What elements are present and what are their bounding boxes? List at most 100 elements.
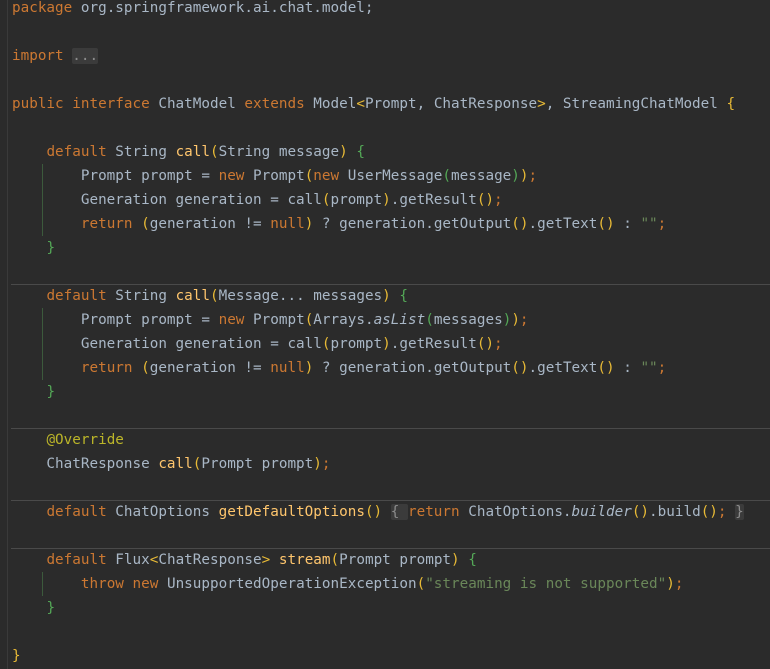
code-line[interactable]: return (generation != null) ? generation… [0, 356, 770, 380]
bracket: ) [511, 312, 520, 328]
code-line[interactable]: Prompt prompt = new Prompt(new UserMessa… [0, 164, 770, 188]
code-line[interactable]: return (generation != null) ? generation… [0, 212, 770, 236]
code-line[interactable]: } [0, 380, 770, 404]
bracket: ( [210, 288, 219, 304]
code-editor[interactable]: package org.springframework.ai.chat.mode… [0, 0, 770, 668]
code-token: : [614, 360, 641, 376]
keyword: new [218, 168, 245, 184]
code-token: Generation generation = call [12, 336, 322, 352]
bracket: ) [382, 336, 391, 352]
bracket: ) [511, 168, 520, 184]
code-line[interactable]: default ChatOptions getDefaultOptions() … [0, 500, 770, 524]
folded-region[interactable]: } [735, 504, 744, 520]
code-token: .getText [528, 360, 598, 376]
code-line[interactable]: Generation generation = call(prompt).get… [0, 332, 770, 356]
code-token: messages [433, 312, 503, 328]
keyword: default [46, 144, 107, 160]
keyword: return [80, 360, 133, 376]
code-line[interactable]: import ... [0, 44, 770, 68]
code-line[interactable] [0, 476, 770, 500]
code-token: Arrays. [313, 312, 374, 328]
code-line[interactable] [0, 404, 770, 428]
method-name: call [158, 456, 193, 472]
bracket: < [356, 96, 365, 112]
code-token: ? generation.getOutput [313, 216, 512, 232]
bracket: } [12, 648, 21, 664]
code-token: Prompt prompt [201, 456, 314, 472]
bracket: ( [416, 576, 426, 592]
code-line[interactable] [0, 260, 770, 284]
code-line[interactable]: default String call(String message) { [0, 140, 770, 164]
code-token: ChatResponse [12, 456, 159, 472]
keyword: ; [674, 576, 684, 592]
bracket: { [399, 288, 408, 304]
keyword: package [12, 0, 73, 16]
code-token: Prompt prompt = [12, 312, 219, 328]
bracket: ( [304, 312, 314, 328]
code-token: String [106, 288, 176, 304]
code-token: org.springframework.ai.chat.model; [72, 0, 374, 16]
code-token: prompt [330, 336, 383, 352]
code-token: Prompt prompt = [12, 168, 219, 184]
code-token: .build [649, 504, 701, 520]
code-line[interactable]: } [0, 644, 770, 668]
code-line[interactable] [0, 68, 770, 92]
bracket: ) [313, 456, 322, 472]
string-literal: "streaming is not supported" [425, 576, 667, 592]
code-token: generation != [149, 360, 271, 376]
bracket: ) [666, 576, 675, 592]
code-line[interactable]: @Override [0, 428, 770, 452]
code-line[interactable] [0, 524, 770, 548]
code-line[interactable]: public interface ChatModel extends Model… [0, 92, 770, 116]
method-name: call [175, 144, 211, 160]
bracket: () [597, 216, 615, 232]
bracket: () [476, 336, 495, 352]
code-token: .getText [528, 216, 598, 232]
bracket: ( [210, 144, 219, 160]
keyword: throw [80, 576, 124, 592]
code-token: message [451, 168, 512, 184]
keyword: ; [519, 312, 529, 328]
code-line[interactable] [0, 620, 770, 644]
code-token: UserMessage [339, 168, 443, 184]
code-line[interactable]: Prompt prompt = new Prompt(Arrays.asList… [0, 308, 770, 332]
code-line[interactable]: package org.springframework.ai.chat.mode… [0, 0, 770, 20]
bracket: ( [141, 360, 150, 376]
code-line[interactable]: default Flux<ChatResponse> stream(Prompt… [0, 548, 770, 572]
code-line[interactable]: } [0, 236, 770, 260]
keyword: new [132, 576, 159, 592]
folded-region[interactable]: { [390, 504, 408, 520]
code-line[interactable]: throw new UnsupportedOperationException(… [0, 572, 770, 596]
code-line[interactable]: } [0, 596, 770, 620]
keyword: return [80, 216, 133, 232]
bracket: ) [451, 552, 460, 568]
keyword: ; [494, 336, 503, 352]
code-token: ChatModel [149, 96, 245, 112]
code-token: Prompt, ChatResponse [364, 96, 538, 112]
annotation: @Override [46, 432, 124, 448]
code-line[interactable] [0, 116, 770, 140]
code-line[interactable]: Generation generation = call(prompt).get… [0, 188, 770, 212]
bracket: ( [141, 216, 150, 232]
bracket: ) [382, 192, 391, 208]
code-token: , StreamingChatModel [545, 96, 727, 112]
code-line[interactable]: ChatResponse call(Prompt prompt); [0, 452, 770, 476]
method-name: stream [278, 552, 331, 568]
keyword: ; [657, 216, 667, 232]
code-line[interactable] [0, 20, 770, 44]
keyword: return [407, 504, 460, 520]
code-line[interactable]: default String call(Message... messages)… [0, 284, 770, 308]
keyword: ; [717, 504, 727, 520]
folded-region[interactable]: ... [72, 48, 99, 64]
bracket: () [511, 360, 529, 376]
